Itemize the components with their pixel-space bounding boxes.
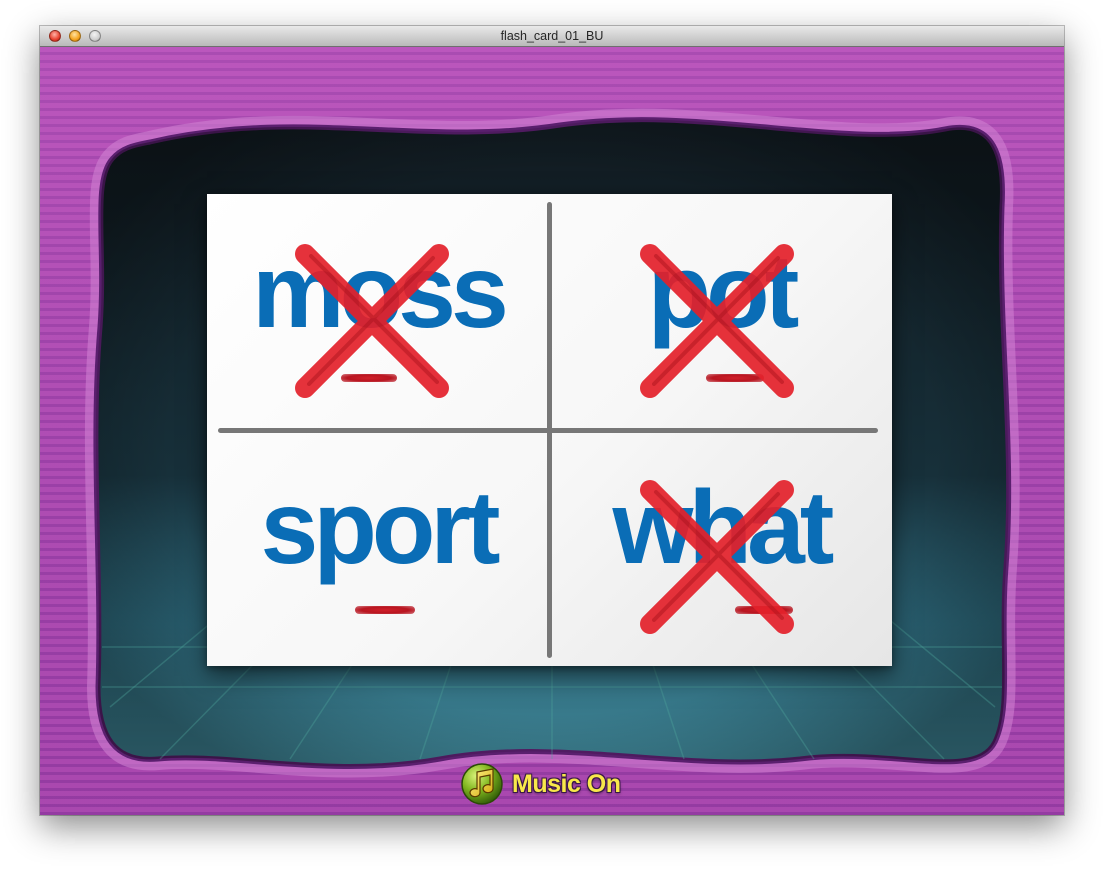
word-cell-sport[interactable]: sport <box>207 430 549 666</box>
word-cell-pot[interactable]: pot <box>550 194 892 430</box>
cross-out-icon <box>640 244 794 398</box>
vowel-underline <box>355 606 415 614</box>
app-window: flash_card_01_BU moss pot sport what Mus… <box>40 26 1064 815</box>
music-toggle-label: Music On <box>512 769 621 798</box>
word-cell-moss[interactable]: moss <box>207 194 549 430</box>
cross-out-icon <box>295 244 449 398</box>
game-stage: moss pot sport what Music On <box>40 47 1064 815</box>
music-toggle-button[interactable]: Music On <box>460 762 621 806</box>
flash-card: moss pot sport what <box>207 194 892 666</box>
word-text: sport <box>260 470 501 586</box>
cross-out-icon <box>640 480 794 634</box>
window-title: flash_card_01_BU <box>500 29 604 43</box>
title-bar[interactable]: flash_card_01_BU <box>40 26 1064 47</box>
music-note-icon <box>461 763 503 805</box>
word-cell-what[interactable]: what <box>550 430 892 666</box>
